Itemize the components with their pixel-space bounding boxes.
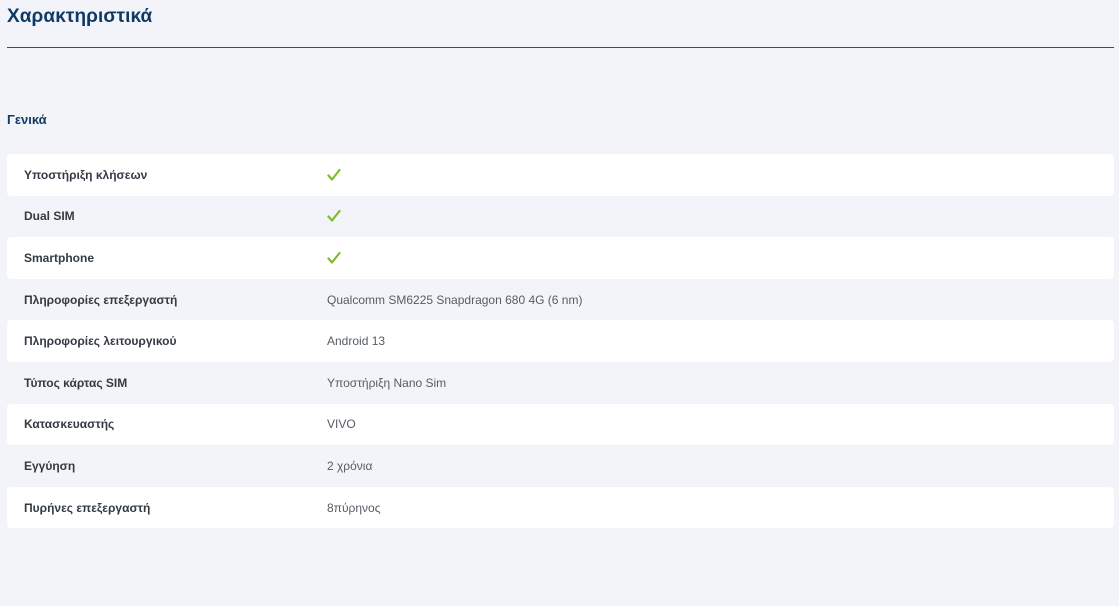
spec-value — [310, 209, 341, 223]
spec-row-processor-info: Πληροφορίες επεξεργαστή Qualcomm SM6225 … — [7, 278, 1114, 321]
check-icon — [327, 210, 341, 222]
spec-row-manufacturer: Κατασκευαστής VIVO — [7, 403, 1114, 446]
check-icon — [327, 168, 341, 181]
spec-row-call-support: Υποστήριξη κλήσεων — [7, 154, 1114, 196]
spec-label: Πυρήνες επεξεργαστή — [24, 500, 151, 515]
page-title: Χαρακτηριστικά — [7, 6, 153, 27]
spec-label: Πληροφορίες επεξεργαστή — [24, 292, 178, 307]
spec-label: Πληροφορίες λειτουργικού — [24, 334, 177, 349]
spec-value: VIVO — [327, 417, 356, 432]
spec-label: Dual SIM — [24, 209, 75, 224]
title-divider — [7, 47, 1114, 48]
spec-value: 8πύρηνος — [327, 500, 381, 515]
spec-row-os-info: Πληροφορίες λειτουργικού Android 13 — [7, 320, 1114, 362]
spec-row-processor-cores: Πυρήνες επεξεργαστή 8πύρηνος — [7, 486, 1114, 529]
spec-label: Τύπος κάρτας SIM — [24, 375, 128, 390]
spec-value: Υποστήριξη Nano Sim — [327, 375, 447, 390]
spec-row-sim-type: Τύπος κάρτας SIM Υποστήριξη Nano Sim — [7, 361, 1114, 404]
spec-label: Εγγύηση — [24, 458, 76, 473]
check-icon — [327, 251, 341, 264]
spec-row-dual-sim: Dual SIM — [7, 195, 1114, 238]
spec-label: Υποστήριξη κλήσεων — [24, 167, 148, 182]
spec-row-warranty: Εγγύηση 2 χρόνια — [7, 445, 1114, 487]
spec-value — [310, 168, 341, 182]
spec-value: Qualcomm SM6225 Snapdragon 680 4G (6 nm) — [327, 292, 583, 307]
spec-value: Android 13 — [327, 334, 386, 349]
spec-value: 2 χρόνια — [327, 458, 373, 473]
spec-row-smartphone: Smartphone — [7, 237, 1114, 279]
specs-table: Υποστήριξη κλήσεων Dual SIM Smartphone Π… — [7, 154, 1114, 529]
section-title: Γενικά — [7, 112, 47, 127]
spec-label: Smartphone — [24, 250, 95, 265]
spec-value — [310, 251, 341, 265]
spec-label: Κατασκευαστής — [24, 417, 115, 432]
